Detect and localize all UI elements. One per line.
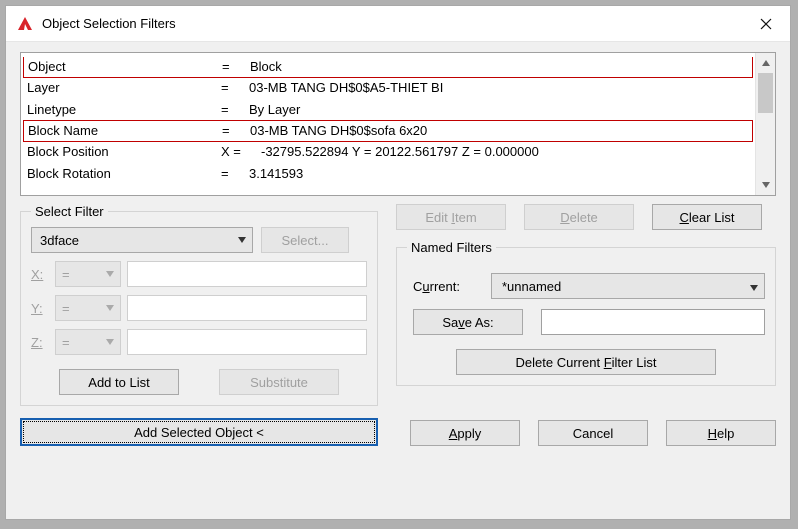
list-item[interactable]: Block PositionX =-32795.522894 Y = 20122… xyxy=(23,141,753,163)
coord-op-combo: = xyxy=(55,329,121,355)
save-as-input[interactable] xyxy=(541,309,765,335)
coord-op-combo: = xyxy=(55,295,121,321)
substitute-button: Substitute xyxy=(219,369,339,395)
current-label: Current: xyxy=(413,279,481,294)
select-filter-group: Select Filter 3dface Select... X: = Y: = Z: = xyxy=(20,204,378,406)
help-button[interactable]: Help xyxy=(666,420,776,446)
window-title: Object Selection Filters xyxy=(42,16,176,31)
coord-value-input xyxy=(127,261,367,287)
coord-row: Y: = xyxy=(31,295,367,321)
filter-type-value: 3dface xyxy=(40,233,79,248)
add-selected-object-button[interactable]: Add Selected Object < xyxy=(20,418,378,446)
chevron-down-icon xyxy=(106,303,114,313)
coord-label: X: xyxy=(31,267,49,282)
close-button[interactable] xyxy=(742,6,790,42)
coord-op-combo: = xyxy=(55,261,121,287)
save-as-button[interactable]: Save As: xyxy=(413,309,523,335)
add-to-list-button[interactable]: Add to List xyxy=(59,369,179,395)
clear-list-button[interactable]: Clear List xyxy=(652,204,762,230)
scroll-up-icon[interactable] xyxy=(756,53,775,73)
coord-value-input xyxy=(127,329,367,355)
named-filters-group: Named Filters Current: *unnamed Save As xyxy=(396,240,776,386)
scrollbar[interactable] xyxy=(755,53,775,195)
list-item[interactable]: Linetype=By Layer xyxy=(23,99,753,121)
coord-row: Z: = xyxy=(31,329,367,355)
coord-label: Y: xyxy=(31,301,49,316)
delete-current-filter-button[interactable]: Delete Current Filter List xyxy=(456,349,716,375)
chevron-down-icon xyxy=(106,337,114,347)
delete-button: Delete xyxy=(524,204,634,230)
named-filters-legend: Named Filters xyxy=(407,240,496,255)
chevron-down-icon xyxy=(238,235,246,245)
current-filter-value: *unnamed xyxy=(502,279,561,294)
list-item[interactable]: Object=Block xyxy=(23,57,753,78)
filter-type-combo[interactable]: 3dface xyxy=(31,227,253,253)
coord-label: Z: xyxy=(31,335,49,350)
list-item[interactable]: Block Name=03-MB TANG DH$0$sofa 6x20 xyxy=(23,120,753,142)
dialog-window: Object Selection Filters Object=BlockLay… xyxy=(5,5,791,520)
chevron-down-icon xyxy=(750,279,758,294)
select-button: Select... xyxy=(261,227,349,253)
chevron-down-icon xyxy=(106,269,114,279)
select-filter-legend: Select Filter xyxy=(31,204,108,219)
titlebar: Object Selection Filters xyxy=(6,6,790,42)
list-item[interactable]: Block Rotation=3.141593 xyxy=(23,163,753,185)
app-logo-icon xyxy=(16,15,34,33)
edit-item-button: Edit Item xyxy=(396,204,506,230)
apply-button[interactable]: Apply xyxy=(410,420,520,446)
coord-row: X: = xyxy=(31,261,367,287)
cancel-button[interactable]: Cancel xyxy=(538,420,648,446)
scroll-thumb[interactable] xyxy=(758,73,773,113)
list-item[interactable]: Layer=03-MB TANG DH$0$A5-THIET BI xyxy=(23,77,753,99)
filter-listbox[interactable]: Object=BlockLayer=03-MB TANG DH$0$A5-THI… xyxy=(20,52,776,196)
scroll-down-icon[interactable] xyxy=(756,175,775,195)
current-filter-combo[interactable]: *unnamed xyxy=(491,273,765,299)
dialog-content: Object=BlockLayer=03-MB TANG DH$0$A5-THI… xyxy=(6,42,790,519)
coord-value-input xyxy=(127,295,367,321)
